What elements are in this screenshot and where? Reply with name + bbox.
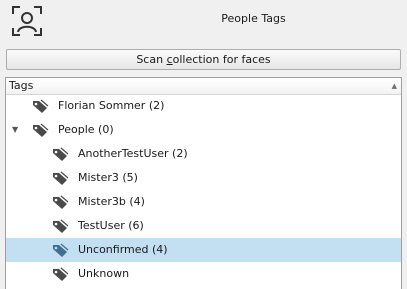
tree-item-unconfirmed[interactable]: Unconfirmed (4) — [6, 238, 401, 262]
face-frame-icon — [9, 3, 45, 39]
tag-icon — [33, 99, 49, 113]
tree-item-florian-sommer[interactable]: Florian Sommer (2) — [6, 94, 401, 118]
tree-item-label: Florian Sommer (2) — [58, 99, 165, 112]
tree-item-label: TestUser (6) — [78, 219, 144, 232]
tree-item-people[interactable]: ▼ People (0) — [6, 118, 401, 142]
tree-item-anothertestuser[interactable]: AnotherTestUser (2) — [6, 142, 401, 166]
tag-icon — [33, 123, 49, 137]
tree-item-label: People (0) — [58, 123, 114, 136]
people-tags-panel: People Tags Scan collection for faces Ta… — [0, 0, 407, 289]
scan-collection-for-faces-button[interactable]: Scan collection for faces — [6, 49, 401, 70]
tree-item-mister3[interactable]: Mister3 (5) — [6, 166, 401, 190]
tree-item-label: Unknown — [78, 267, 130, 280]
tree-item-testuser[interactable]: TestUser (6) — [6, 214, 401, 238]
scan-button-label-end: ollection for faces — [172, 53, 271, 66]
tag-icon — [53, 243, 69, 257]
tags-tree[interactable]: Tags ▲ Florian Sommer (2) ▼ People (0) A… — [5, 77, 402, 289]
tag-icon — [53, 171, 69, 185]
panel-title: People Tags — [221, 12, 286, 25]
sort-arrow-icon: ▲ — [391, 82, 397, 90]
tag-icon — [53, 147, 69, 161]
tree-item-label: Unconfirmed (4) — [78, 243, 168, 256]
tag-icon — [53, 267, 69, 281]
tags-column-header[interactable]: Tags ▲ — [6, 78, 401, 95]
tree-item-label: AnotherTestUser (2) — [78, 147, 188, 160]
tree-item-mister3b[interactable]: Mister3b (4) — [6, 190, 401, 214]
tag-icon — [53, 195, 69, 209]
tree-item-label: Mister3b (4) — [78, 195, 145, 208]
tree-item-label: Mister3 (5) — [78, 171, 138, 184]
tree-item-unknown[interactable]: Unknown — [6, 262, 401, 286]
tag-icon — [53, 219, 69, 233]
tags-column-header-label: Tags — [9, 79, 34, 92]
expand-arrow-icon[interactable]: ▼ — [12, 118, 18, 142]
scan-button-label-start: Scan — [136, 53, 167, 66]
